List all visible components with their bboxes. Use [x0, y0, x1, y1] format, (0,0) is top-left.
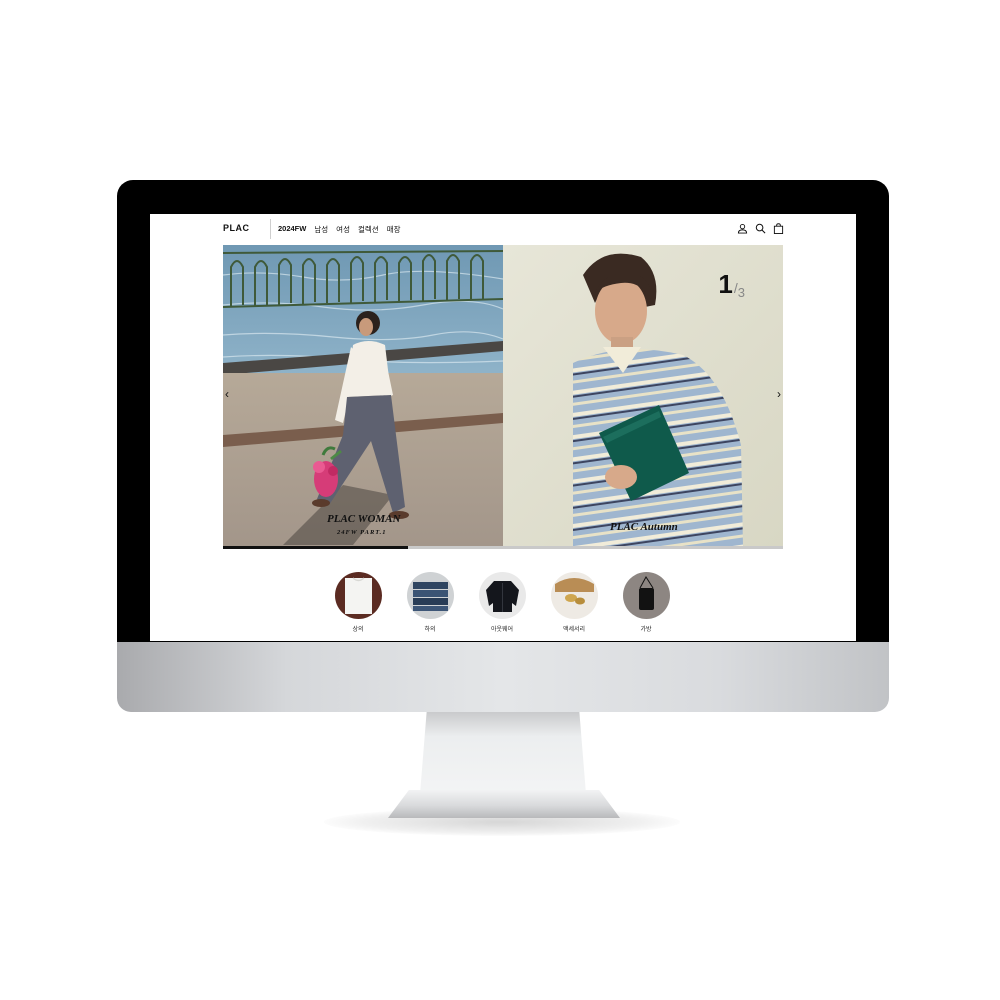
monitor-stand-base — [388, 790, 620, 818]
header-icons — [737, 223, 784, 234]
category-bottoms[interactable]: 하의 — [405, 572, 455, 633]
prev-slide-arrow-icon[interactable]: ‹ — [225, 388, 229, 400]
next-slide-arrow-icon[interactable]: › — [777, 388, 781, 400]
slider-progress-fill — [223, 546, 408, 549]
slide-counter: 1/3 — [718, 269, 745, 300]
category-tops[interactable]: 상의 — [333, 572, 383, 633]
denim-bottoms-icon — [406, 572, 454, 619]
nav-item-collection[interactable]: 컬렉션 — [358, 224, 379, 235]
woman-walking-photo — [223, 245, 503, 546]
category-bags[interactable]: 가방 — [621, 572, 671, 633]
slide-counter-current: 1 — [718, 269, 733, 299]
slide-counter-total: 3 — [737, 285, 745, 300]
category-label: 액세서리 — [562, 627, 586, 633]
monitor-chin — [117, 642, 889, 712]
nav-item-women[interactable]: 여성 — [336, 224, 350, 235]
slide-woman-image[interactable]: PLAC WOMAN 24FW PART.1 — [223, 245, 503, 546]
header-divider — [270, 219, 271, 239]
jacket-icon — [478, 572, 526, 619]
category-label: 아웃웨어 — [490, 627, 514, 633]
nav-item-2024fw[interactable]: 2024FW — [278, 224, 306, 235]
shopping-bag-icon[interactable] — [773, 223, 784, 234]
hero-slider[interactable]: PLAC WOMAN 24FW PART.1 PLAC Autumn 1/3 ‹… — [223, 245, 783, 546]
category-shortcuts: 상의 하의 아웃웨어 액세서리 가방 — [333, 572, 673, 633]
bag-icon — [622, 572, 670, 619]
top-shirt-icon — [334, 572, 382, 619]
slider-progress-track — [223, 546, 783, 549]
monitor-stand-neck — [420, 712, 586, 794]
search-icon[interactable] — [755, 223, 766, 234]
slide-autumn-image[interactable]: PLAC Autumn 1/3 — [503, 245, 783, 546]
brand-logo[interactable]: PLAC — [223, 223, 250, 233]
category-label: 하의 — [424, 627, 436, 633]
slide-subtitle-woman: 24FW PART.1 — [337, 529, 387, 536]
website-screen: PLAC 2024FW 남성 여성 컬렉션 매장 PLAC WOMAN 24FW… — [150, 214, 856, 641]
nav-item-stores[interactable]: 매장 — [387, 224, 401, 235]
user-icon[interactable] — [737, 223, 748, 234]
category-label: 상의 — [352, 627, 364, 633]
main-nav: 2024FW 남성 여성 컬렉션 매장 — [278, 224, 401, 235]
category-outerwear[interactable]: 아웃웨어 — [477, 572, 527, 633]
slide-title-autumn: PLAC Autumn — [610, 521, 678, 533]
nav-item-men[interactable]: 남성 — [314, 224, 328, 235]
category-accessories[interactable]: 액세서리 — [549, 572, 599, 633]
accessory-icon — [550, 572, 598, 619]
slide-title-woman: PLAC WOMAN — [327, 513, 401, 525]
site-header: PLAC 2024FW 남성 여성 컬렉션 매장 — [150, 214, 856, 244]
category-label: 가방 — [640, 627, 652, 633]
